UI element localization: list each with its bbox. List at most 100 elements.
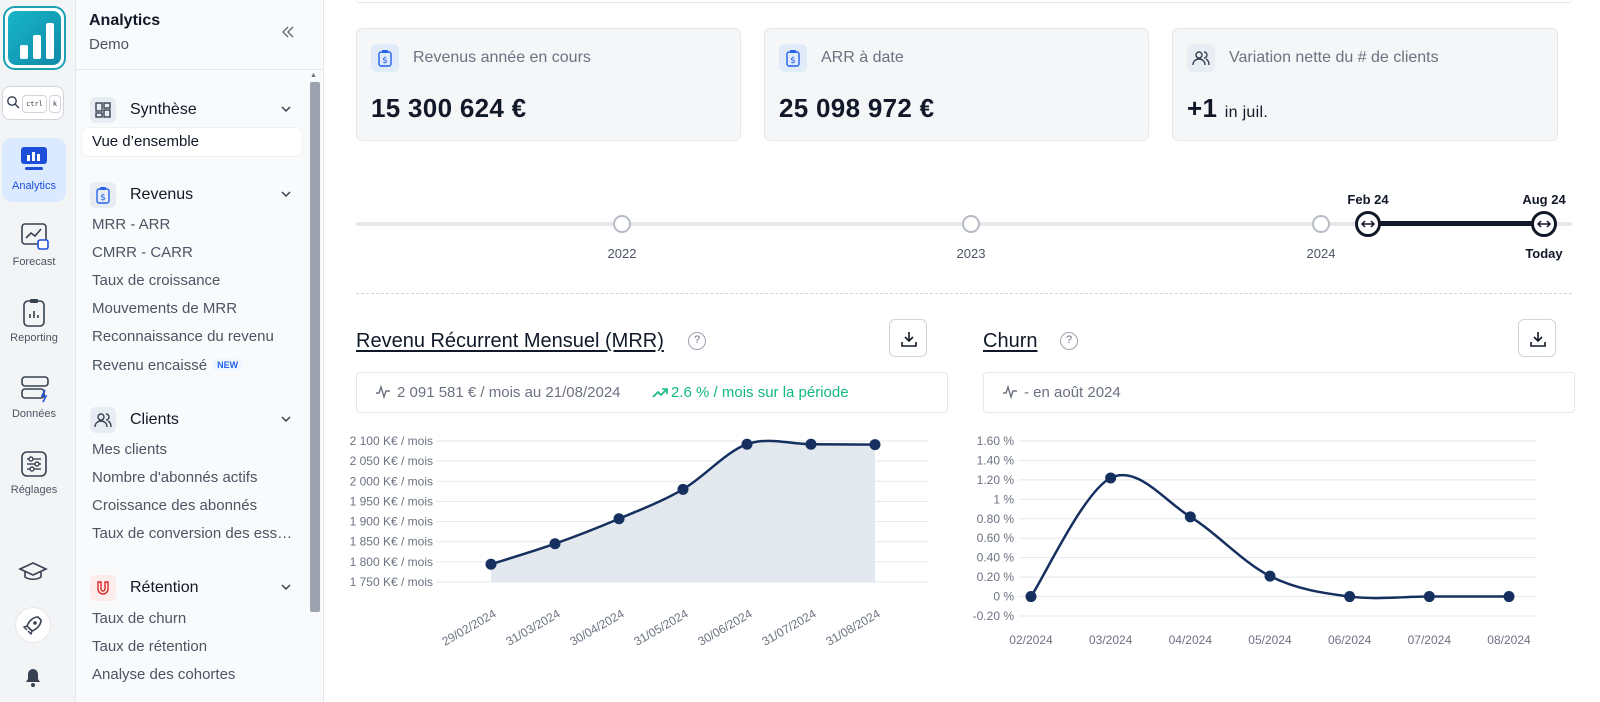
revenue-icon: $ [378,50,392,67]
nav-item-revenu-encaisse[interactable]: Revenu encaissé NEW [92,357,243,374]
rocket-icon [22,616,42,636]
rail-item-reporting[interactable]: Reporting [2,290,66,354]
help-icon[interactable]: ? [688,332,706,350]
x-tick-label: 07/2024 [1408,633,1452,647]
x-tick-label: 30/06/2024 [695,606,754,648]
y-tick-label: 0.40 % [977,551,1015,565]
section-divider [356,293,1572,294]
data-point [1503,591,1515,603]
app-logo[interactable] [3,6,66,70]
timeline-year-label: 2022 [607,246,637,261]
kbd-k: k [49,95,61,113]
nav-item-abonnes-actifs[interactable]: Nombre d'abonnés actifs [92,469,257,486]
data-point [1025,591,1037,603]
svg-text:$: $ [100,193,106,203]
nav-section-title: Rétention [130,579,199,596]
graduation-cap-icon [18,562,48,581]
mrr-download-button[interactable] [889,319,927,357]
x-tick-label: 31/08/2024 [823,606,882,648]
kpi-card-revenus: $ Revenus année en cours 15 300 624 € [356,28,741,141]
nav-item-mrr-arr[interactable]: MRR - ARR [92,216,170,233]
y-tick-label: 1 900 K€ / mois [350,515,433,529]
nav-section-icon: $ [90,182,116,208]
nav-section-title: Synthèse [130,101,197,118]
churn-chart[interactable]: 1.60 % 1.40 % 1.20 % 1 % 0.80 % 0.60 % 0.40 % 0… [964,430,1594,670]
timeline-dot-2022[interactable] [613,215,631,233]
nav-item-vue-ensemble[interactable]: Vue d’ensemble [82,128,302,156]
y-tick-label: 0.80 % [977,512,1015,526]
settings-icon [21,451,47,477]
range-start-handle[interactable] [1355,211,1381,237]
x-tick-label: 06/2024 [1328,633,1372,647]
icon-rail: ctrl k Analytics Forecast Reporting Donn… [0,0,76,702]
churn-download-button[interactable] [1518,319,1556,357]
nav-header: Analytics Demo [76,0,324,70]
analytics-icon [21,147,47,170]
svg-text:$: $ [382,56,388,66]
data-icon [21,376,49,403]
mrr-chart[interactable]: 2 100 K€ / mois 2 050 K€ / mois 2 000 K€ /… [336,430,956,670]
new-badge: NEW [213,359,243,371]
y-tick-label: 1 750 K€ / mois [350,575,433,589]
help-icon[interactable]: ? [1060,332,1078,350]
timeline-year-label: 2023 [956,246,986,261]
x-tick-label: 31/07/2024 [759,606,818,648]
revenue-icon: $ [96,187,110,204]
nav-item-taux-retention[interactable]: Taux de rétention [92,638,207,655]
notifications-button[interactable] [16,660,50,694]
rail-item-donnees[interactable]: Données [2,366,66,430]
dashboard-icon [95,102,111,118]
app-title: Analytics [89,12,161,29]
nav-section-icon [90,407,116,433]
scroll-up-arrow[interactable]: ▲ [310,72,317,79]
data-point [1105,472,1117,484]
nav-section-revenus[interactable]: $ Revenus [90,180,300,210]
search-icon [7,96,20,109]
academy-button[interactable] [16,554,50,588]
churn-info-bar: - en août 2024 [983,372,1575,413]
timeline-dot-2024[interactable] [1312,215,1330,233]
main-content: $ Revenus année en cours 15 300 624 € $ … [324,0,1600,702]
nav-item-cohortes[interactable]: Analyse des cohortes [92,666,235,683]
timeline-selected-range[interactable] [1368,221,1544,226]
nav-item-taux-churn[interactable]: Taux de churn [92,610,186,627]
drag-arrows-icon [1536,220,1552,228]
data-point [1344,591,1356,603]
churn-chart-title[interactable]: Churn [983,330,1037,353]
pulse-icon [376,385,390,399]
data-point [805,438,817,450]
nav-item-label: Revenu encaissé [92,357,208,374]
forecast-icon [21,223,49,250]
data-point [869,439,881,451]
kpi-value: 15 300 624 € [371,93,527,123]
y-tick-label: 0 % [993,590,1014,604]
nav-section-synthese[interactable]: Synthèse [90,95,300,125]
nav-item-mouvements-mrr[interactable]: Mouvements de MRR [92,300,237,317]
nav-section-retention[interactable]: Rétention [90,573,300,603]
nav-item-taux-croissance[interactable]: Taux de croissance [92,272,220,289]
nav-item-mes-clients[interactable]: Mes clients [92,441,167,458]
period-timeline[interactable]: 2022 2023 2024 Feb 24 Aug 24 Today [356,180,1572,270]
mrr-chart-title[interactable]: Revenu Récurrent Mensuel (MRR) [356,330,664,353]
nav-section-clients[interactable]: Clients [90,405,300,435]
nav-item-taux-conversion[interactable]: Taux de conversion des ess… [92,525,292,542]
rail-item-forecast[interactable]: Forecast [2,214,66,278]
nav-item-label: Vue d’ensemble [92,133,200,150]
mrr-current-value: 2 091 581 € / mois au 21/08/2024 [397,384,621,401]
command-search-button[interactable]: ctrl k [2,86,64,120]
nav-item-croissance-abonnes[interactable]: Croissance des abonnés [92,497,257,514]
timeline-dot-2023[interactable] [962,215,980,233]
churn-current-value: - en août 2024 [1024,384,1121,401]
nav-scrollbar[interactable] [310,82,320,612]
onboarding-button[interactable] [16,608,50,642]
rail-item-analytics[interactable]: Analytics [2,138,66,202]
nav-item-cmrr-carr[interactable]: CMRR - CARR [92,244,193,261]
y-tick-label: -0.20 % [973,609,1015,623]
collapse-sidebar-icon[interactable] [280,24,296,40]
rail-item-reglages[interactable]: Réglages [2,442,66,506]
range-end-handle[interactable] [1531,211,1557,237]
kpi-icon-wrap: $ [779,44,807,72]
nav-item-reconnaissance[interactable]: Reconnaissance du revenu [92,328,274,345]
kpi-number: +1 [1187,93,1218,123]
chevron-down-icon [281,191,291,198]
